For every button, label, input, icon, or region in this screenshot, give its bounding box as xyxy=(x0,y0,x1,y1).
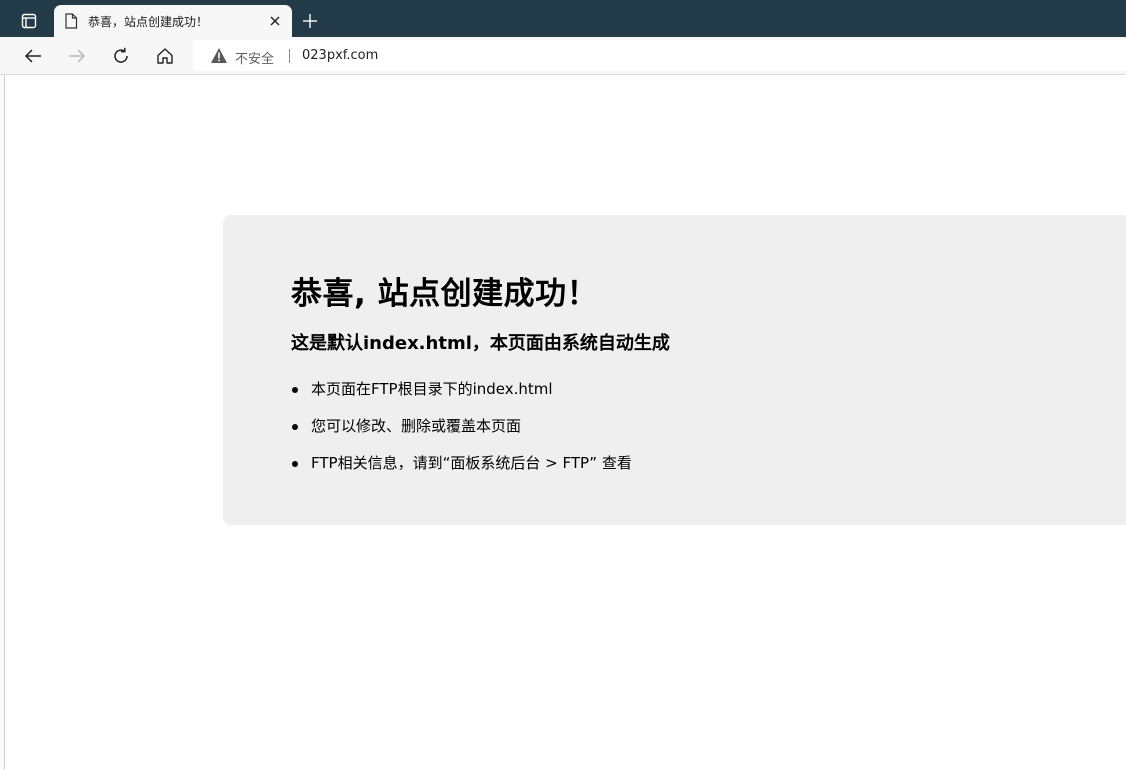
page-icon xyxy=(65,13,78,29)
plus-icon xyxy=(303,14,317,28)
tab-title: 恭喜，站点创建成功！ xyxy=(88,14,209,29)
browser-toolbar: 不安全 023pxf.com xyxy=(0,37,1126,75)
tab-actions-icon xyxy=(21,13,37,29)
browser-title-bar: 恭喜，站点创建成功！ xyxy=(0,0,1126,37)
list-item: FTP相关信息，请到“面板系统后台 > FTP” 查看 xyxy=(292,449,632,486)
list-item: 本页面在FTP根目录下的index.html xyxy=(292,375,632,412)
warning-icon[interactable] xyxy=(210,47,228,64)
tab-actions-button[interactable] xyxy=(10,7,48,35)
forward-button[interactable] xyxy=(62,41,92,71)
refresh-icon xyxy=(114,47,128,63)
close-icon xyxy=(270,16,280,26)
url-text[interactable]: 023pxf.com xyxy=(302,48,378,63)
new-tab-button[interactable] xyxy=(297,8,323,34)
tab-close-button[interactable] xyxy=(266,12,284,30)
browser-tab[interactable]: 恭喜，站点创建成功！ xyxy=(54,5,292,37)
back-button[interactable] xyxy=(18,41,48,71)
address-separator xyxy=(289,49,290,63)
page-title: 恭喜, 站点创建成功！ xyxy=(291,276,599,312)
background-window-edge xyxy=(0,75,5,770)
forward-arrow-icon xyxy=(69,49,86,63)
home-icon xyxy=(157,48,173,64)
refresh-button[interactable] xyxy=(106,41,136,71)
address-bar[interactable]: 不安全 023pxf.com xyxy=(193,40,1126,71)
list-item: 您可以修改、删除或覆盖本页面 xyxy=(292,412,632,449)
security-status-label[interactable]: 不安全 xyxy=(235,48,274,67)
back-arrow-icon xyxy=(24,49,41,63)
content-card: 恭喜, 站点创建成功！ 这是默认index.html，本页面由系统自动生成 本页… xyxy=(223,215,1126,525)
page-subtitle: 这是默认index.html，本页面由系统自动生成 xyxy=(291,333,670,354)
home-button[interactable] xyxy=(150,41,180,71)
info-list: 本页面在FTP根目录下的index.html 您可以修改、删除或覆盖本页面 FT… xyxy=(291,375,632,486)
